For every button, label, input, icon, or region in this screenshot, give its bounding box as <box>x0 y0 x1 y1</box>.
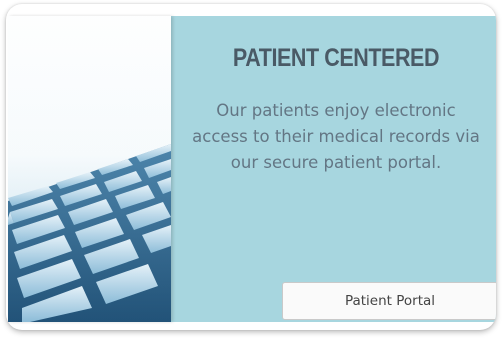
keyboard-photo <box>8 16 171 322</box>
card-panel: PATIENT CENTERED Our patients enjoy elec… <box>8 16 496 322</box>
patient-centered-card: PATIENT CENTERED Our patients enjoy elec… <box>6 4 496 330</box>
card-description: Our patients enjoy electronic access to … <box>192 101 480 172</box>
patient-portal-button[interactable]: Patient Portal <box>282 282 496 320</box>
card-content: PATIENT CENTERED Our patients enjoy elec… <box>186 16 496 322</box>
card-title: PATIENT CENTERED <box>232 44 440 72</box>
keyboard-illustration <box>8 16 171 322</box>
